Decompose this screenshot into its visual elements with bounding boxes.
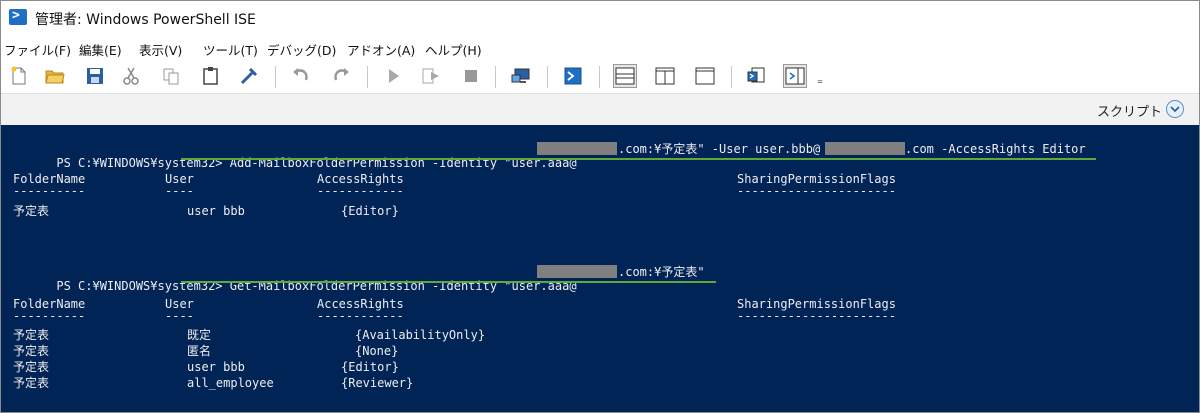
menu-addons[interactable]: アドオン(A)	[347, 40, 415, 59]
show-script-max-icon[interactable]	[693, 64, 717, 88]
chevron-down-icon	[1170, 106, 1180, 113]
overflow-icon[interactable]: ₌	[813, 64, 827, 88]
command-text: .com:¥予定表"	[618, 265, 705, 279]
header-divider: ----	[165, 184, 194, 198]
toolbar-separator	[547, 66, 548, 88]
menu-tools[interactable]: ツール(T)	[203, 40, 258, 59]
command-text: .com -AccessRights Editor	[905, 142, 1086, 156]
table-row-user: 匿名	[187, 344, 212, 358]
open-folder-icon[interactable]	[43, 64, 67, 88]
table-row-folder: 予定表	[13, 376, 50, 390]
copy-icon[interactable]	[159, 64, 183, 88]
menu-bar: ファイル(F) 編集(E) 表示(V) ツール(T) デバッグ(D) アドオン(…	[1, 37, 1199, 59]
menu-help[interactable]: ヘルプ(H)	[425, 40, 482, 59]
table-row-user: user bbb	[187, 204, 245, 218]
remote-powershell-icon[interactable]	[509, 64, 533, 88]
toolbar-separator	[599, 66, 600, 88]
highlight-underline	[181, 281, 716, 283]
powershell-console-icon[interactable]	[561, 64, 585, 88]
script-pane-toggle-button[interactable]	[1166, 100, 1184, 118]
script-pane-bar: スクリプト	[1, 93, 1199, 126]
table-row-rights: {Editor}	[341, 360, 399, 374]
header-divider: ----------------------	[737, 309, 896, 323]
table-row-folder: 予定表	[13, 204, 50, 218]
redacted-domain	[537, 142, 617, 155]
table-row-rights: {Editor}	[341, 204, 399, 218]
redacted-domain	[825, 142, 905, 155]
command-line-2: PS C:¥WINDOWS¥system32> Get-MailboxFolde…	[13, 265, 576, 307]
toolbar: ₌	[1, 59, 1199, 93]
table-row-rights: {Reviewer}	[341, 376, 414, 390]
menu-edit[interactable]: 編集(E)	[79, 40, 122, 59]
undo-icon[interactable]	[289, 64, 313, 88]
table-row-rights: {None}	[355, 344, 399, 358]
toolbar-separator	[275, 66, 276, 88]
header-divider: ----	[165, 309, 194, 323]
clear-console-icon[interactable]	[237, 64, 261, 88]
toolbar-separator	[731, 66, 732, 88]
powershell-ise-window: > 管理者: Windows PowerShell ISE ファイル(F) 編集…	[0, 0, 1200, 413]
window-title: 管理者: Windows PowerShell ISE	[35, 12, 256, 28]
header-divider: ----------	[13, 184, 86, 198]
header-divider: ----------	[13, 309, 86, 323]
show-script-right-icon[interactable]	[653, 64, 677, 88]
table-row-rights: {AvailabilityOnly}	[355, 328, 486, 342]
powershell-ise-icon: >	[9, 8, 27, 25]
show-script-top-icon[interactable]	[613, 64, 637, 88]
header-divider: ------------	[317, 309, 404, 323]
header-divider: ------------	[317, 184, 404, 198]
table-row-folder: 予定表	[13, 328, 50, 342]
redo-icon[interactable]	[329, 64, 353, 88]
table-row-folder: 予定表	[13, 360, 50, 374]
table-row-user: 既定	[187, 328, 212, 342]
run-selection-icon[interactable]	[419, 64, 443, 88]
show-addon-icon[interactable]	[783, 64, 807, 88]
header-divider: ----------------------	[737, 184, 896, 198]
script-pane-label: スクリプト	[1097, 105, 1163, 120]
redacted-domain	[537, 265, 617, 278]
table-row-folder: 予定表	[13, 344, 50, 358]
menu-file[interactable]: ファイル(F)	[4, 40, 71, 59]
highlight-underline	[181, 158, 1096, 160]
menu-view[interactable]: 表示(V)	[139, 40, 182, 59]
save-icon[interactable]	[83, 64, 107, 88]
table-row-user: all_employee	[187, 376, 274, 390]
menu-debug[interactable]: デバッグ(D)	[267, 40, 336, 59]
toolbar-separator	[367, 66, 368, 88]
table-row-user: user bbb	[187, 360, 245, 374]
title-bar: > 管理者: Windows PowerShell ISE	[1, 1, 1199, 37]
cut-icon[interactable]	[119, 64, 143, 88]
show-commands-icon[interactable]	[745, 64, 769, 88]
run-script-icon[interactable]	[381, 64, 405, 88]
command-line-1: PS C:¥WINDOWS¥system32> Add-MailboxFolde…	[13, 142, 576, 184]
new-file-icon[interactable]	[7, 64, 31, 88]
stop-icon[interactable]	[459, 64, 483, 88]
command-text: .com:¥予定表" -User user.bbb@	[618, 142, 821, 156]
toolbar-separator	[495, 66, 496, 88]
paste-icon[interactable]	[199, 64, 223, 88]
console-pane[interactable]: PS C:¥WINDOWS¥system32> Add-MailboxFolde…	[1, 125, 1199, 412]
